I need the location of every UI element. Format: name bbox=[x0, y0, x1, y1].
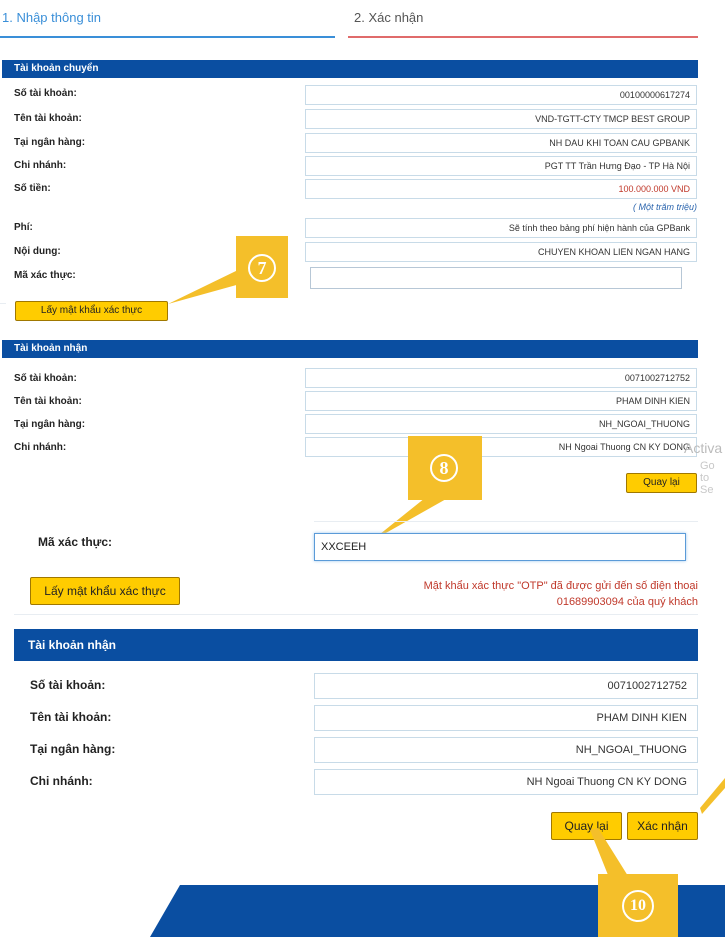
amount-in-words: ( Một trăm triệu) bbox=[632, 202, 697, 212]
callout-7: 7 bbox=[236, 236, 288, 298]
callout-10: 10 bbox=[598, 874, 678, 937]
fee-value: Sẽ tính theo bảng phí hiện hành của GPBa… bbox=[305, 218, 697, 238]
dest-branch-value: NH Ngoai Thuong CN KY DONG bbox=[314, 769, 698, 795]
callout-7-number: 7 bbox=[248, 254, 276, 282]
receive-account-header-small: Tài khoản nhận bbox=[2, 340, 698, 358]
dest-bank-label-small: Tại ngân hàng: bbox=[14, 419, 86, 430]
dest-account-name-label-small: Tên tài khoản: bbox=[14, 396, 82, 407]
step-2-label: 2. Xác nhận bbox=[354, 10, 424, 25]
callout-8-number: 8 bbox=[430, 454, 458, 482]
dest-bank-label: Tại ngân hàng: bbox=[30, 742, 116, 756]
otp-sent-message-line2: 01689903094 của quý khách bbox=[556, 596, 698, 608]
callout-10-number: 10 bbox=[622, 890, 654, 922]
back-button-small[interactable]: Quay lại bbox=[626, 473, 697, 493]
get-auth-code-button[interactable]: Lấy mật khẩu xác thực bbox=[15, 301, 168, 321]
source-branch-value: PGT TT Trần Hưng Đạo - TP Hà Nội bbox=[305, 156, 697, 176]
dest-account-name-label: Tên tài khoản: bbox=[30, 710, 112, 724]
auth-code-input[interactable] bbox=[310, 267, 682, 289]
activate-watermark-sub: Go to Se bbox=[700, 460, 715, 496]
confirm-get-auth-code-button[interactable]: Lấy mật khẩu xác thực bbox=[30, 577, 180, 605]
source-account-number-label: Số tài khoản: bbox=[14, 88, 77, 99]
step-2-underline bbox=[348, 36, 698, 38]
source-account-name-label: Tên tài khoản: bbox=[14, 113, 82, 124]
content-value: CHUYEN KHOAN LIEN NGAN HANG bbox=[305, 242, 697, 262]
source-account-number-value: 00100000617274 bbox=[305, 85, 697, 105]
source-branch-label: Chi nhánh: bbox=[14, 160, 67, 171]
dest-account-number-value: 0071002712752 bbox=[314, 673, 698, 699]
auth-code-label: Mã xác thực: bbox=[14, 270, 76, 281]
dest-account-number-value-small: 0071002712752 bbox=[305, 368, 697, 388]
callout-9-pointer bbox=[700, 778, 725, 814]
transfer-account-header: Tài khoản chuyển bbox=[2, 60, 698, 78]
dest-account-name-value: PHAM DINH KIEN bbox=[314, 705, 698, 731]
step-1-label: 1. Nhập thông tin bbox=[2, 10, 102, 25]
source-bank-value: NH DAU KHI TOAN CAU GPBANK bbox=[305, 133, 697, 153]
confirm-auth-code-label: Mã xác thực: bbox=[38, 535, 113, 549]
content-label: Nội dung: bbox=[14, 246, 61, 257]
activate-watermark: Activa bbox=[684, 440, 723, 456]
receive-account-header-large: Tài khoản nhận bbox=[14, 629, 698, 661]
dest-account-name-value-small: PHAM DINH KIEN bbox=[305, 391, 697, 411]
dest-account-number-label-small: Số tài khoản: bbox=[14, 373, 77, 384]
amount-label: Số tiền: bbox=[14, 183, 51, 194]
amount-value: 100.000.000 VND bbox=[305, 179, 697, 199]
confirm-auth-code-input[interactable]: XXCEEH bbox=[314, 533, 686, 561]
dest-branch-label: Chi nhánh: bbox=[30, 774, 93, 788]
dest-branch-label-small: Chi nhánh: bbox=[14, 442, 67, 453]
dest-bank-value: NH_NGOAI_THUONG bbox=[314, 737, 698, 763]
otp-sent-message-line1: Mật khẩu xác thực "OTP" đã được gửi đến … bbox=[423, 580, 698, 592]
callout-8: 8 bbox=[408, 436, 482, 500]
source-bank-label: Tại ngân hàng: bbox=[14, 137, 86, 148]
source-account-name-value: VND-TGTT-CTY TMCP BEST GROUP bbox=[305, 109, 697, 129]
dest-account-number-label: Số tài khoản: bbox=[30, 678, 106, 692]
fee-label: Phí: bbox=[14, 222, 33, 233]
step-1-underline bbox=[0, 36, 335, 38]
